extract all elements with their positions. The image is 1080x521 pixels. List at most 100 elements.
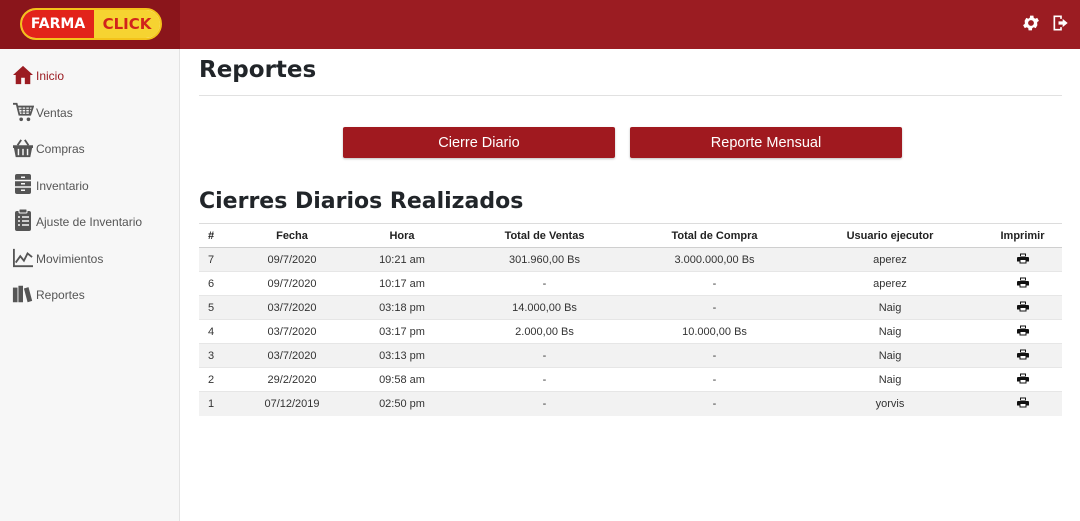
cell-usuario: aperez xyxy=(797,271,983,296)
sidebar-item-label: Inventario xyxy=(36,178,89,193)
cell-total-ventas: - xyxy=(457,391,632,416)
logo-text-farma: FARMA xyxy=(22,10,94,38)
sidebar-item-label: Ajuste de Inventario xyxy=(36,215,143,229)
table-row: 7 09/7/2020 10:21 am 301.960,00 Bs 3.000.000… xyxy=(199,247,1062,272)
cell-imprimir xyxy=(983,367,1062,392)
table-row: 1 07/12/2019 02:50 pm - - yorvis xyxy=(199,391,1062,416)
print-icon[interactable] xyxy=(1016,397,1029,408)
cell-number: 7 xyxy=(199,247,237,272)
section-title: Cierres Diarios Realizados xyxy=(199,189,524,214)
header-total-compra: Total de Compra xyxy=(632,223,797,248)
cierre-diario-button[interactable]: Cierre Diario xyxy=(343,127,615,158)
print-icon[interactable] xyxy=(1016,277,1029,288)
cell-hora: 03:13 pm xyxy=(347,343,457,368)
cart-icon xyxy=(11,100,35,122)
reporte-mensual-button[interactable]: Reporte Mensual xyxy=(630,127,902,158)
header-usuario: Usuario ejecutor xyxy=(797,223,983,248)
header-number: # xyxy=(199,223,237,248)
cell-total-ventas: 301.960,00 Bs xyxy=(457,247,632,272)
cell-usuario: Naig xyxy=(797,295,983,320)
cell-number: 6 xyxy=(199,271,237,296)
table-header-row: # Fecha Hora Total de Ventas Total de Co… xyxy=(199,223,1062,248)
cell-fecha: 29/2/2020 xyxy=(237,367,347,392)
cell-imprimir xyxy=(983,295,1062,320)
cell-hora: 03:17 pm xyxy=(347,319,457,344)
sidebar-item-inicio[interactable]: Inicio xyxy=(0,49,179,85)
sidebar-item-ajuste-inventario[interactable]: Ajuste de Inventario xyxy=(0,195,179,231)
header-fecha: Fecha xyxy=(237,223,347,248)
sidebar-item-movimientos[interactable]: Movimientos xyxy=(0,231,179,268)
table-body: 7 09/7/2020 10:21 am 301.960,00 Bs 3.000.000… xyxy=(199,247,1062,416)
print-icon[interactable] xyxy=(1016,349,1029,360)
cell-number: 1 xyxy=(199,391,237,416)
cell-number: 2 xyxy=(199,367,237,392)
table-row: 2 29/2/2020 09:58 am - - Naig xyxy=(199,367,1062,392)
cell-hora: 03:18 pm xyxy=(347,295,457,320)
cell-fecha: 09/7/2020 xyxy=(237,271,347,296)
cell-total-compra: 3.000.000,00 Bs xyxy=(632,247,797,272)
cell-number: 3 xyxy=(199,343,237,368)
logo-text-click: CLICK xyxy=(94,10,160,38)
cell-imprimir xyxy=(983,391,1062,416)
home-icon xyxy=(11,63,35,85)
books-icon xyxy=(11,282,35,304)
sidebar-item-compras[interactable]: Compras xyxy=(0,122,179,159)
cell-number: 5 xyxy=(199,295,237,320)
top-actions xyxy=(1020,12,1072,34)
main-content: Reportes Cierre Diario Reporte Mensual C… xyxy=(199,49,1062,416)
sidebar-item-label: Inicio xyxy=(36,69,65,83)
cell-fecha: 03/7/2020 xyxy=(237,319,347,344)
table-row: 5 03/7/2020 03:18 pm 14.000,00 Bs - Naig xyxy=(199,295,1062,320)
top-bar: FARMA CLICK xyxy=(0,0,1080,49)
cell-total-ventas: - xyxy=(457,367,632,392)
line-chart-icon xyxy=(11,246,35,268)
brand-area: FARMA CLICK xyxy=(0,0,180,49)
farmaclick-logo[interactable]: FARMA CLICK xyxy=(20,8,162,40)
print-icon[interactable] xyxy=(1016,253,1029,264)
archive-icon xyxy=(11,173,35,195)
report-buttons: Cierre Diario Reporte Mensual xyxy=(343,127,902,158)
cell-total-ventas: 2.000,00 Bs xyxy=(457,319,632,344)
cell-total-compra: - xyxy=(632,391,797,416)
sidebar-item-reportes[interactable]: Reportes xyxy=(0,268,179,305)
clipboard-icon xyxy=(11,209,35,231)
table-row: 6 09/7/2020 10:17 am - - aperez xyxy=(199,271,1062,296)
print-icon[interactable] xyxy=(1016,301,1029,312)
gear-icon[interactable] xyxy=(1020,12,1042,34)
logout-icon[interactable] xyxy=(1050,12,1072,34)
cell-total-compra: - xyxy=(632,367,797,392)
cell-hora: 02:50 pm xyxy=(347,391,457,416)
cell-fecha: 03/7/2020 xyxy=(237,295,347,320)
page-title: Reportes xyxy=(199,57,317,83)
cell-hora: 10:17 am xyxy=(347,271,457,296)
cell-fecha: 07/12/2019 xyxy=(237,391,347,416)
sidebar-item-ventas[interactable]: Ventas xyxy=(0,85,179,122)
cell-total-compra: - xyxy=(632,343,797,368)
cell-usuario: Naig xyxy=(797,343,983,368)
cell-hora: 10:21 am xyxy=(347,247,457,272)
sidebar-item-label: Movimientos xyxy=(36,251,104,266)
cell-usuario: yorvis xyxy=(797,391,983,416)
cell-total-compra: - xyxy=(632,271,797,296)
sidebar-item-inventario[interactable]: Inventario xyxy=(0,158,179,195)
cell-fecha: 09/7/2020 xyxy=(237,247,347,272)
sidebar: Inicio Ventas Compras Inventario Ajuste … xyxy=(0,49,180,521)
sidebar-item-label: Compras xyxy=(36,142,85,156)
divider xyxy=(199,95,1062,96)
sidebar-item-label: Reportes xyxy=(36,288,85,302)
cell-total-ventas: 14.000,00 Bs xyxy=(457,295,632,320)
table-row: 4 03/7/2020 03:17 pm 2.000,00 Bs 10.000,00 B… xyxy=(199,319,1062,344)
cell-usuario: aperez xyxy=(797,247,983,272)
cell-total-compra: - xyxy=(632,295,797,320)
cell-total-ventas: - xyxy=(457,343,632,368)
print-icon[interactable] xyxy=(1016,373,1029,384)
header-imprimir: Imprimir xyxy=(983,223,1062,248)
cell-imprimir xyxy=(983,271,1062,296)
closures-table: # Fecha Hora Total de Ventas Total de Co… xyxy=(199,223,1062,416)
cell-imprimir xyxy=(983,343,1062,368)
cell-fecha: 03/7/2020 xyxy=(237,343,347,368)
print-icon[interactable] xyxy=(1016,325,1029,336)
header-hora: Hora xyxy=(347,223,457,248)
cell-hora: 09:58 am xyxy=(347,367,457,392)
cell-imprimir xyxy=(983,319,1062,344)
